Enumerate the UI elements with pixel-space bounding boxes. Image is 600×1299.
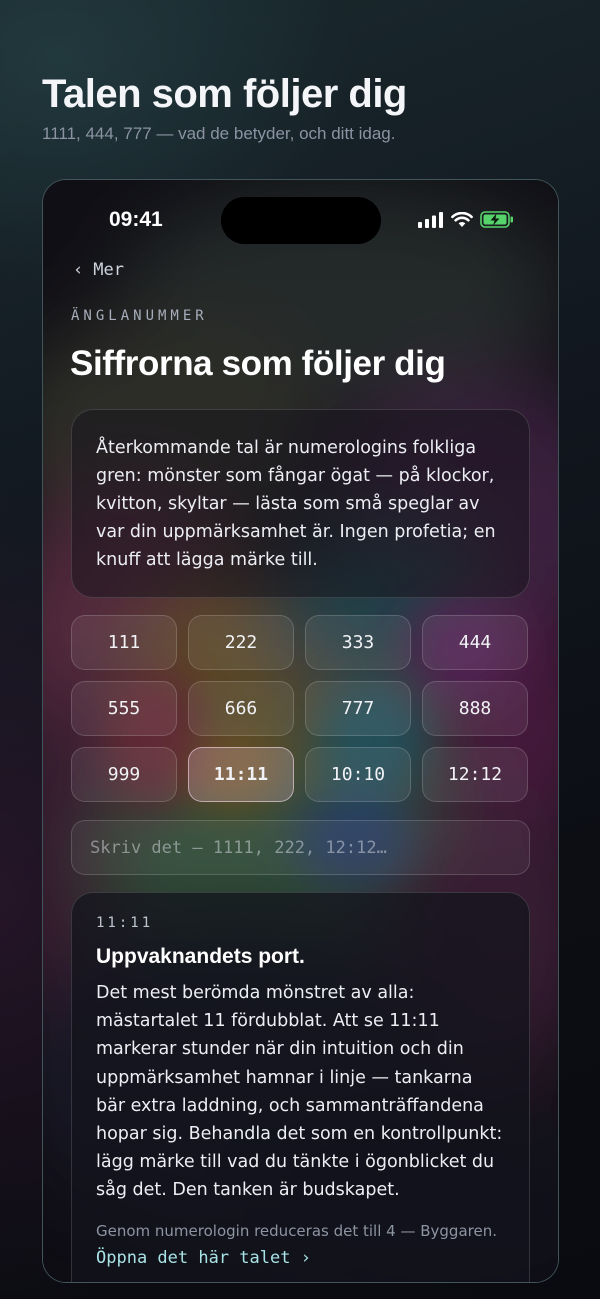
page-subheadline: 1111, 444, 777 — vad de betyder, och dit… xyxy=(42,124,396,143)
meaning-card: 11:11 Uppvaknandets port. Det mest beröm… xyxy=(71,892,530,1282)
number-search-input[interactable] xyxy=(71,820,530,875)
number-chip[interactable]: 333 xyxy=(305,615,411,670)
status-icons xyxy=(418,211,514,228)
open-number-link-label: Öppna det här talet xyxy=(96,1247,291,1268)
number-chip[interactable]: 12:12 xyxy=(422,747,528,802)
status-time: 09:41 xyxy=(109,208,163,231)
cellular-signal-icon xyxy=(418,211,443,228)
phone-frame: 09:41 ‹ Mer ÄNGLANUMMER Siffrorna som fö… xyxy=(42,179,559,1283)
chevron-right-icon: › xyxy=(300,1247,311,1268)
battery-charging-icon xyxy=(480,211,513,228)
number-chip[interactable]: 777 xyxy=(305,681,411,736)
number-chip[interactable]: 444 xyxy=(422,615,528,670)
section-eyebrow: ÄNGLANUMMER xyxy=(71,308,208,324)
number-chip[interactable]: 111 xyxy=(71,615,177,670)
meaning-body: Det mest berömda mönstret av alla: mästa… xyxy=(96,983,503,1201)
meaning-title: Uppvaknandets port. xyxy=(96,945,305,968)
page: Talen som följer dig 1111, 444, 777 — va… xyxy=(0,0,600,1299)
page-headline: Talen som följer dig xyxy=(42,72,407,116)
number-chip[interactable]: 10:10 xyxy=(305,747,411,802)
meaning-footnote: Genom numerologin reduceras det till 4 —… xyxy=(96,1221,497,1240)
intro-text: Återkommande tal är numerologins folklig… xyxy=(96,438,496,570)
number-chip[interactable]: 888 xyxy=(422,681,528,736)
meaning-code: 11:11 xyxy=(96,915,154,931)
back-button[interactable]: ‹ Mer xyxy=(73,260,124,280)
number-chip[interactable]: 222 xyxy=(188,615,294,670)
dynamic-island xyxy=(221,197,381,244)
back-button-label: Mer xyxy=(93,260,124,280)
chevron-left-icon: ‹ xyxy=(73,260,84,280)
screen-title: Siffrorna som följer dig xyxy=(70,344,446,383)
number-grid: 111 222 333 444 555 666 777 888 999 11:1… xyxy=(71,615,530,802)
open-number-link[interactable]: Öppna det här talet › xyxy=(96,1248,311,1268)
number-chip[interactable]: 999 xyxy=(71,747,177,802)
number-chip[interactable]: 555 xyxy=(71,681,177,736)
intro-card: Återkommande tal är numerologins folklig… xyxy=(71,409,530,598)
number-chip-selected[interactable]: 11:11 xyxy=(188,747,294,802)
number-chip[interactable]: 666 xyxy=(188,681,294,736)
wifi-icon xyxy=(451,211,473,227)
